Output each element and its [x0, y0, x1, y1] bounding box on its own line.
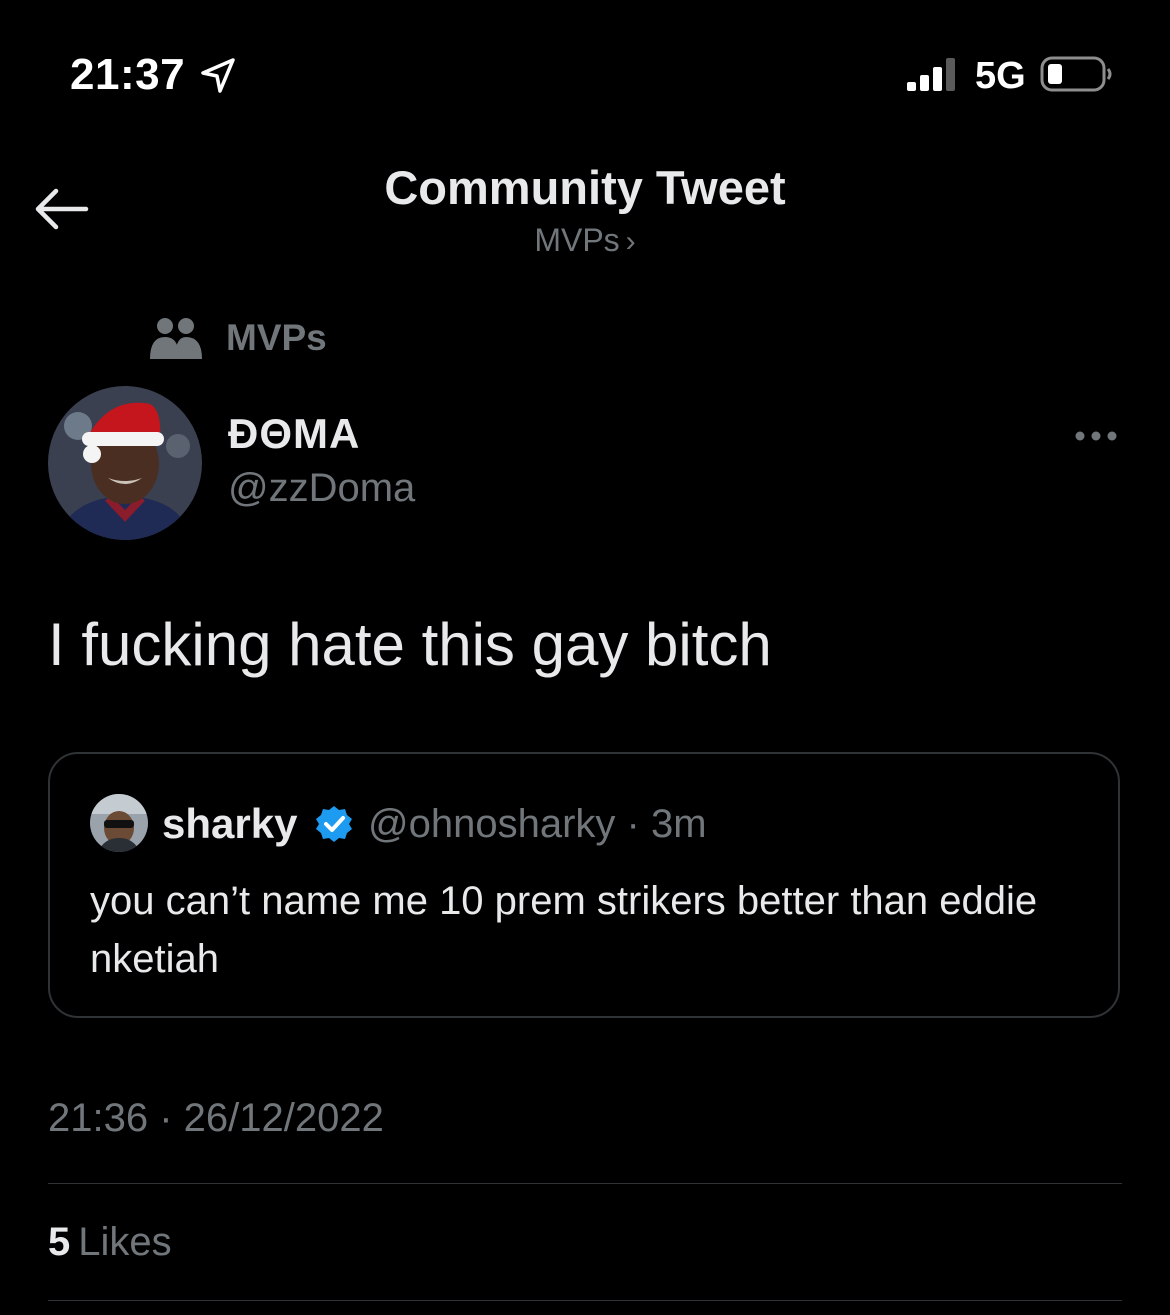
community-people-icon	[150, 318, 202, 359]
tweet-text: I fucking hate this gay bitch	[48, 611, 772, 678]
divider	[48, 1300, 1122, 1301]
likes-label: Likes	[78, 1220, 172, 1264]
chevron-right-icon: ›	[625, 225, 636, 258]
author-handle[interactable]: @zzDoma	[228, 466, 415, 511]
verified-badge-icon	[316, 806, 352, 842]
quoted-tweet-card[interactable]: sharky @ohnosharky · 3m you can’t name m…	[48, 752, 1120, 1018]
more-options-icon[interactable]	[1072, 426, 1120, 446]
tweet-timestamp: 21:36 · 26/12/2022	[48, 1096, 384, 1140]
quoted-handle-time: @ohnosharky · 3m	[368, 802, 707, 846]
divider	[48, 1183, 1122, 1184]
author-avatar[interactable]	[48, 386, 202, 540]
location-arrow-icon	[201, 58, 235, 93]
community-name: MVPs	[226, 317, 327, 358]
network-type: 5G	[975, 55, 1026, 97]
quoted-tweet-text: you can’t name me 10 prem strikers bette…	[90, 879, 1038, 981]
likes-link[interactable]: 5 Likes	[48, 1220, 172, 1265]
community-label[interactable]: MVPs	[148, 308, 327, 368]
quoted-author-name: sharky	[162, 800, 298, 847]
community-link-label: MVPs	[534, 222, 620, 258]
battery-icon	[1040, 56, 1112, 92]
status-time: 21:37	[70, 50, 186, 99]
community-link[interactable]: MVPs ›	[0, 222, 1170, 259]
page-title: Community Tweet	[384, 161, 786, 214]
author-display-name[interactable]: ÐΘMA	[228, 410, 360, 458]
top-nav-header: Community Tweet MVPs ›	[0, 150, 1170, 270]
quoted-author-avatar	[90, 794, 148, 852]
signal-bars-icon	[907, 58, 955, 91]
likes-count: 5	[48, 1220, 71, 1264]
status-bar: 21:37 5G	[0, 0, 1170, 150]
